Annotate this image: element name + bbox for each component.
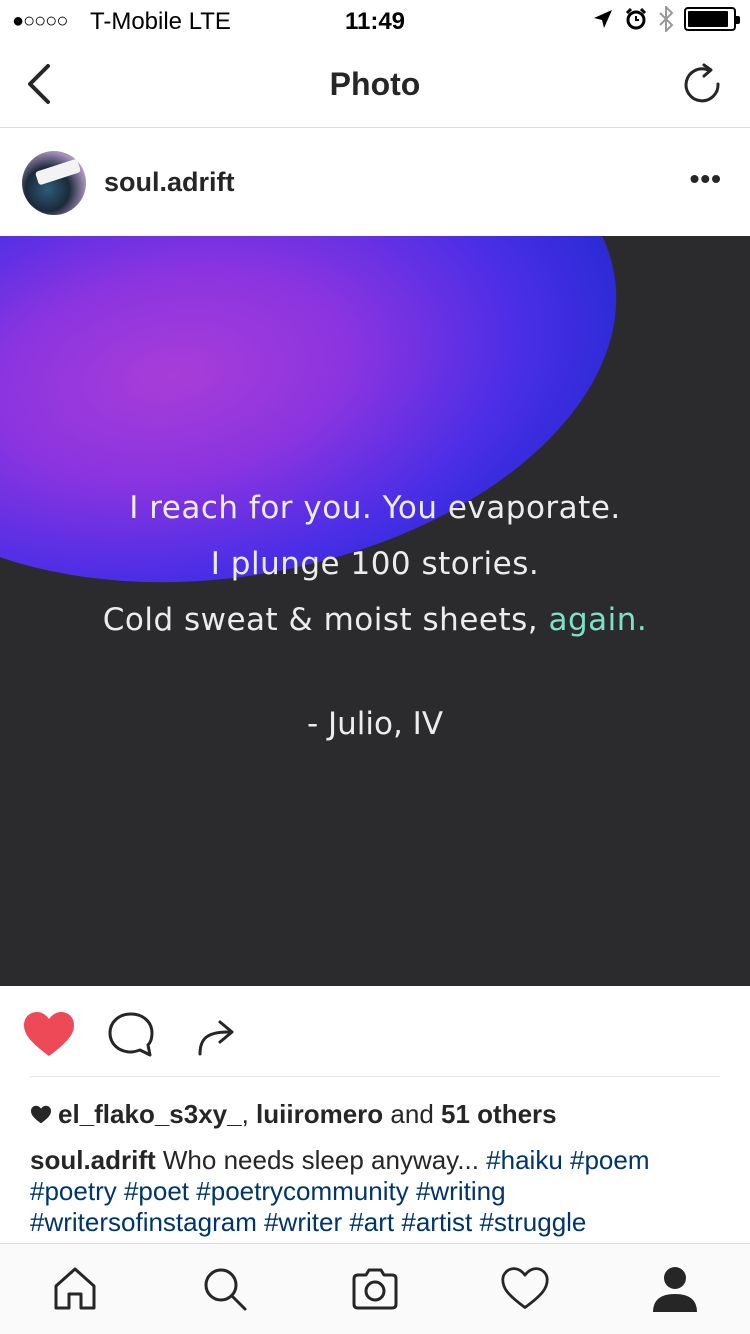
hashtag[interactable]: #struggle — [479, 1207, 586, 1237]
hashtag[interactable]: #haiku — [486, 1145, 563, 1175]
hashtag[interactable]: #artist — [401, 1207, 472, 1237]
hashtag[interactable]: #poet — [124, 1176, 189, 1206]
tab-bar — [0, 1243, 750, 1334]
poem-text: I reach for you. You evaporate. I plunge… — [0, 480, 750, 648]
hashtag[interactable]: #writersofinstagram — [30, 1207, 257, 1237]
small-heart-icon — [31, 1105, 51, 1124]
page-title: Photo — [329, 66, 421, 102]
avatar-detail — [34, 158, 82, 186]
home-icon[interactable] — [50, 1264, 100, 1314]
likes-summary[interactable]: el_flako_s3xy_, luiiromero and 51 others — [30, 1099, 557, 1130]
bluetooth-icon — [659, 6, 674, 32]
battery-level — [688, 11, 728, 27]
hashtag[interactable]: #poetry — [30, 1176, 117, 1206]
post-header: soul.adrift ••• — [0, 129, 750, 236]
refresh-icon[interactable] — [680, 62, 724, 106]
hashtag[interactable]: #writing — [416, 1176, 506, 1206]
poem-line-text: Cold sweat & moist sheets, — [102, 602, 549, 638]
alarm-icon — [625, 7, 647, 30]
profile-icon[interactable] — [650, 1264, 700, 1314]
search-icon[interactable] — [200, 1264, 250, 1314]
activity-heart-icon[interactable] — [500, 1264, 550, 1314]
status-icons — [592, 6, 740, 32]
hashtag[interactable]: #poem — [570, 1145, 650, 1175]
post-actions — [0, 986, 750, 1078]
battery-icon — [684, 7, 740, 31]
likes-separator: , — [241, 1099, 257, 1129]
battery-tip — [736, 16, 740, 24]
more-options-icon[interactable]: ••• — [690, 163, 722, 195]
location-icon — [594, 10, 612, 28]
share-icon[interactable] — [190, 1010, 244, 1060]
poem-line: Cold sweat & moist sheets, again. — [0, 592, 750, 648]
liker-username[interactable]: luiiromero — [256, 1099, 383, 1129]
comment-icon[interactable] — [104, 1010, 158, 1060]
liker-username[interactable]: el_flako_s3xy_ — [58, 1099, 242, 1129]
nav-bar: Photo — [0, 40, 750, 128]
hashtag[interactable]: #writer — [264, 1207, 342, 1237]
heart-icon[interactable] — [22, 1010, 76, 1060]
post-photo[interactable]: I reach for you. You evaporate. I plunge… — [0, 236, 750, 986]
likes-others[interactable]: 51 others — [441, 1099, 557, 1129]
status-bar: ●○○○○ T-Mobile LTE 11:49 — [0, 0, 750, 40]
divider — [30, 1076, 720, 1077]
hashtag[interactable]: #poetrycommunity — [196, 1176, 408, 1206]
post-username[interactable]: soul.adrift — [104, 167, 235, 198]
post-caption: soul.adrift Who needs sleep anyway... #h… — [30, 1145, 730, 1238]
poem-signature: - Julio, IV — [306, 706, 444, 742]
camera-icon[interactable] — [350, 1264, 400, 1314]
hashtag[interactable]: #art — [349, 1207, 394, 1237]
poem-accent-word: again. — [548, 602, 648, 638]
caption-username[interactable]: soul.adrift — [30, 1145, 156, 1175]
likes-and: and — [383, 1099, 442, 1129]
poem-line: I plunge 100 stories. — [210, 546, 540, 582]
poem-line: I reach for you. You evaporate. — [129, 490, 621, 526]
avatar[interactable] — [22, 151, 86, 215]
caption-text: Who needs sleep anyway... — [155, 1145, 487, 1175]
